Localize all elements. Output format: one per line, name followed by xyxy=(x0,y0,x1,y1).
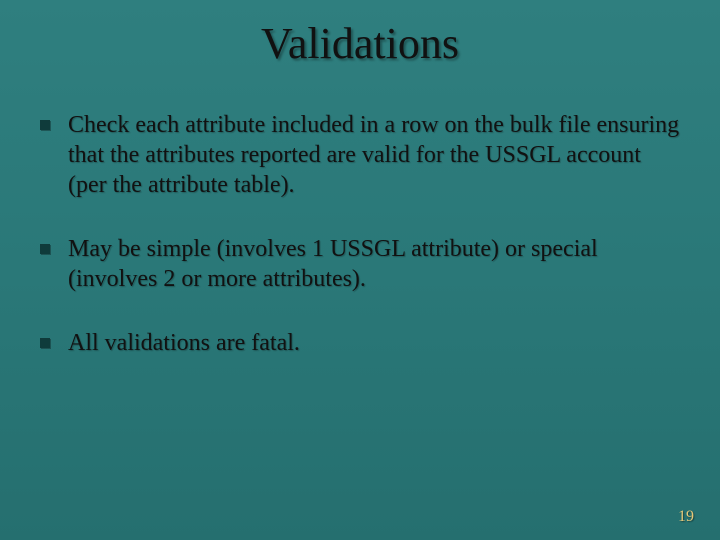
bullet-text: Check each attribute included in a row o… xyxy=(68,110,680,200)
list-item: May be simple (involves 1 USSGL attribut… xyxy=(40,234,680,294)
list-item: All validations are fatal. xyxy=(40,328,680,358)
bullet-icon xyxy=(40,244,50,254)
page-number: 19 xyxy=(678,508,694,526)
bullet-text: All validations are fatal. xyxy=(68,328,680,358)
slide-title: Validations xyxy=(0,18,720,69)
list-item: Check each attribute included in a row o… xyxy=(40,110,680,200)
slide-body: Check each attribute included in a row o… xyxy=(40,110,680,392)
bullet-icon xyxy=(40,338,50,348)
bullet-text: May be simple (involves 1 USSGL attribut… xyxy=(68,234,680,294)
slide: Validations Check each attribute include… xyxy=(0,0,720,540)
bullet-icon xyxy=(40,120,50,130)
